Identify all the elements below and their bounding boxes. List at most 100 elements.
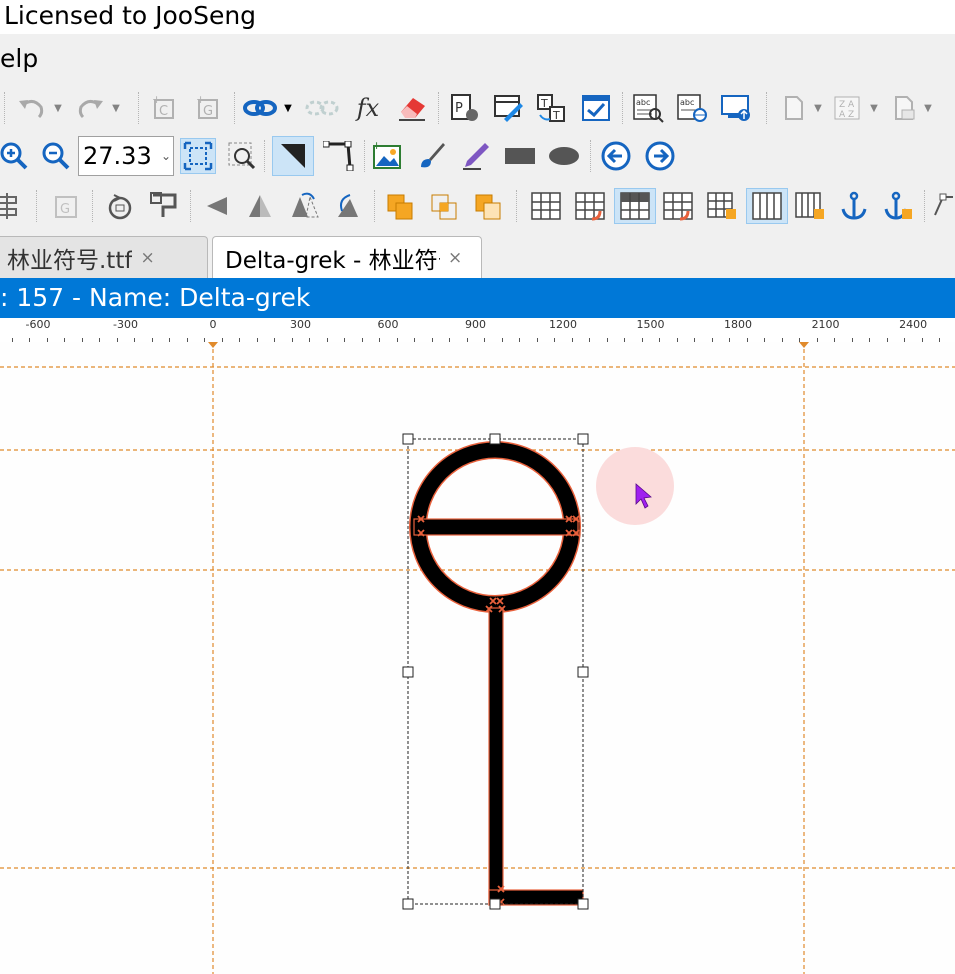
ruler-label: 600 xyxy=(377,318,399,331)
svg-text:Z A: Z A xyxy=(839,100,855,110)
ruler-label: 1800 xyxy=(724,318,753,331)
rectangle-icon[interactable] xyxy=(502,138,538,174)
spell-check-icon[interactable]: abc xyxy=(630,90,666,126)
left-bearing-marker[interactable] xyxy=(208,342,218,348)
flip-icon[interactable] xyxy=(146,188,182,224)
next-glyph-icon[interactable] xyxy=(642,138,678,174)
glyph-gray-icon[interactable]: G xyxy=(48,188,84,224)
chevron-down-icon[interactable]: ⌄ xyxy=(161,149,171,163)
svg-text:abc: abc xyxy=(636,98,650,107)
sort-dropdown-icon[interactable]: ▼ xyxy=(866,90,882,126)
function-icon[interactable]: fx xyxy=(350,90,386,126)
unlink-icon[interactable] xyxy=(304,90,340,126)
union-icon[interactable] xyxy=(382,188,418,224)
document-tabs: 林业符号.ttf × Delta-grek - 林业符号.ttf × xyxy=(0,232,955,278)
resize-handle[interactable] xyxy=(577,666,589,678)
svg-text:G: G xyxy=(203,104,213,119)
triangle-left-icon[interactable] xyxy=(198,188,234,224)
horizontal-ruler: -600 -300 0 300 600 900 1200 1500 1800 2100 2400 xyxy=(0,318,955,343)
resize-handle[interactable] xyxy=(489,898,501,910)
anchor-lock-icon[interactable] xyxy=(880,188,916,224)
zoom-in-icon[interactable] xyxy=(0,138,32,174)
menu-help[interactable]: elp xyxy=(0,44,38,73)
grid-columns-icon[interactable] xyxy=(746,188,788,224)
close-icon[interactable]: × xyxy=(140,248,154,268)
triangle-rotate-icon[interactable] xyxy=(330,188,366,224)
node-tool-icon[interactable] xyxy=(318,138,360,174)
pointer-tool-icon[interactable] xyxy=(272,136,314,176)
link-icon[interactable] xyxy=(242,90,278,126)
path-icon[interactable] xyxy=(930,188,955,224)
advance-marker[interactable] xyxy=(799,342,809,348)
fit-to-window-icon[interactable] xyxy=(180,138,216,174)
undo-dropdown-icon[interactable]: ▼ xyxy=(50,90,66,126)
resize-handle[interactable] xyxy=(402,433,414,445)
menu-bar: elp xyxy=(0,34,955,82)
intersect-icon[interactable] xyxy=(426,188,462,224)
glyph-outline[interactable] xyxy=(409,441,584,906)
grid-columns-lock-icon[interactable] xyxy=(792,188,828,224)
ellipse-icon[interactable] xyxy=(546,138,582,174)
link-dropdown-icon[interactable]: ▼ xyxy=(280,90,296,126)
close-icon[interactable]: × xyxy=(448,248,462,268)
resize-handle[interactable] xyxy=(402,666,414,678)
glyph-canvas-svg[interactable] xyxy=(0,342,955,974)
web-check-icon[interactable]: abc xyxy=(674,90,710,126)
ruler-label: 1200 xyxy=(549,318,578,331)
window-title: Licensed to JooSeng xyxy=(4,1,257,30)
undo-icon[interactable] xyxy=(14,90,50,126)
pen-icon[interactable] xyxy=(458,138,494,174)
zoom-rect-icon[interactable] xyxy=(224,138,260,174)
ruler-label: 300 xyxy=(290,318,311,331)
add-glyph-icon[interactable]: G + xyxy=(190,90,226,126)
anchor-icon[interactable] xyxy=(836,188,872,224)
insert-image-icon[interactable]: + xyxy=(370,138,406,174)
validate-icon[interactable] xyxy=(578,90,614,126)
svg-text:C: C xyxy=(159,104,168,119)
glyph-properties-icon[interactable]: P xyxy=(446,90,482,126)
rotate-icon[interactable] xyxy=(102,188,138,224)
grid-icon[interactable] xyxy=(528,188,564,224)
new-document-icon[interactable] xyxy=(776,90,812,126)
previous-glyph-icon[interactable] xyxy=(598,138,634,174)
cursor-highlight xyxy=(596,447,674,525)
zoom-level-select[interactable]: 27.33 ⌄ xyxy=(78,136,174,176)
edit-metrics-icon[interactable] xyxy=(490,90,526,126)
add-contour-icon[interactable]: C + xyxy=(146,90,182,126)
align-icon[interactable] xyxy=(0,188,26,224)
resize-handle[interactable] xyxy=(402,898,414,910)
glyph-stem[interactable] xyxy=(488,607,504,906)
grid-redo-icon[interactable] xyxy=(660,188,696,224)
grid-lock-icon[interactable] xyxy=(704,188,740,224)
new-document-dropdown-icon[interactable]: ▼ xyxy=(810,90,826,126)
zoom-out-icon[interactable] xyxy=(38,138,74,174)
grid-undo-icon[interactable] xyxy=(572,188,608,224)
triangle-skew-icon[interactable] xyxy=(286,188,322,224)
page-setup-icon[interactable] xyxy=(886,90,922,126)
glyph-status-bar: : 157 - Name: Delta-grek xyxy=(0,278,955,318)
eraser-icon[interactable] xyxy=(394,90,430,126)
redo-dropdown-icon[interactable]: ▼ xyxy=(108,90,124,126)
resize-handle[interactable] xyxy=(489,433,501,445)
glyph-crossbar[interactable] xyxy=(413,518,579,536)
tab-font-file[interactable]: 林业符号.ttf × xyxy=(0,236,208,278)
resize-handle[interactable] xyxy=(577,898,589,910)
svg-text:P: P xyxy=(455,101,463,116)
brush-icon[interactable] xyxy=(414,138,450,174)
resize-handle[interactable] xyxy=(577,433,589,445)
triangle-center-icon[interactable] xyxy=(242,188,278,224)
sort-icon[interactable]: Z AA Z xyxy=(830,90,866,126)
tab-label: 林业符号.ttf xyxy=(7,247,133,274)
glyph-canvas[interactable] xyxy=(0,342,955,974)
export-icon[interactable] xyxy=(718,90,754,126)
page-setup-dropdown-icon[interactable]: ▼ xyxy=(920,90,936,126)
grid-active-icon[interactable] xyxy=(614,188,656,224)
redo-icon[interactable] xyxy=(72,90,108,126)
glyph-status-text: : 157 - Name: Delta-grek xyxy=(0,283,311,312)
text-transform-icon[interactable]: TT xyxy=(534,90,570,126)
toolbar-row-1: ▼ ▼ C + G + ▼ fx P T T abc abc ▼ Z A A Z… xyxy=(0,84,955,132)
tab-label: Delta-grek - 林业符号.ttf xyxy=(225,247,440,274)
tab-glyph-editor[interactable]: Delta-grek - 林业符号.ttf × xyxy=(212,236,482,278)
ruler-label: -600 xyxy=(25,318,51,331)
subtract-icon[interactable] xyxy=(470,188,506,224)
